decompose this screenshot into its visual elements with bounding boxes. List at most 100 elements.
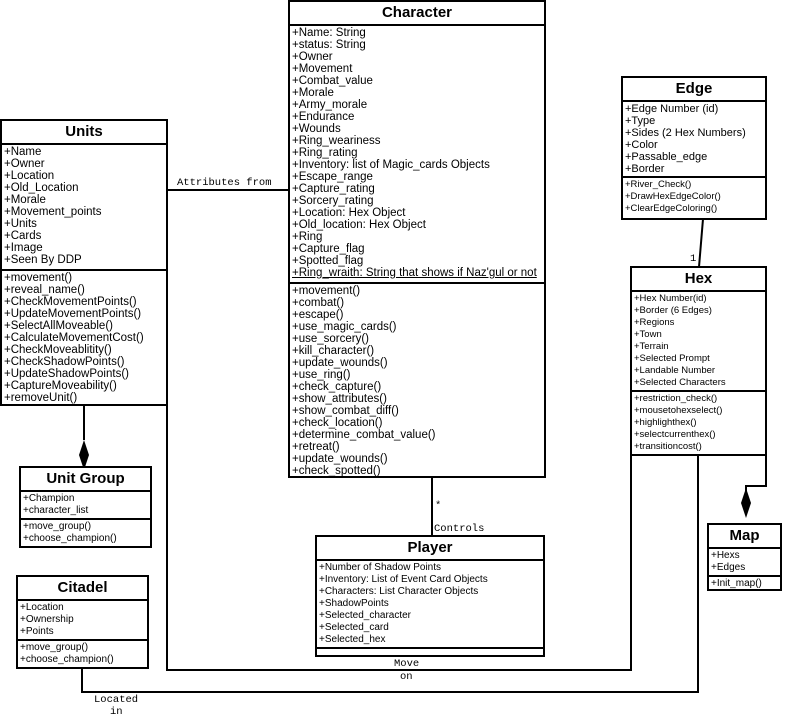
- edge-hex-line: [698, 218, 704, 268]
- method: +reveal_name(): [4, 284, 85, 296]
- attributes-section: +Location +Ownership +Points: [18, 601, 147, 639]
- class-unit-group[interactable]: Unit Group +Champion +character_list +mo…: [19, 466, 152, 548]
- attribute: +Ownership: [20, 614, 74, 625]
- method: +CalculateMovementCost(): [4, 332, 144, 344]
- attributes-section: +Name: String +status: String +Owner +Mo…: [290, 26, 544, 282]
- method: +check_capture(): [292, 381, 382, 393]
- method: +mousetohexselect(): [634, 405, 723, 416]
- class-title: Units: [2, 121, 166, 145]
- class-character[interactable]: Character +Name: String +status: String …: [288, 0, 546, 478]
- attribute: +Town: [634, 329, 662, 340]
- method: +removeUnit(): [4, 392, 78, 404]
- attribute: +Capture_flag: [292, 243, 365, 255]
- attribute: +Escape_range: [292, 171, 373, 183]
- method: +escape(): [292, 309, 344, 321]
- attribute: +Name: String: [292, 27, 366, 39]
- class-map[interactable]: Map +Hexs +Edges +Init_map(): [707, 523, 782, 591]
- attribute: +Ring_rating: [292, 147, 358, 159]
- method: +use_sorcery(): [292, 333, 370, 345]
- attribute: +Owner: [292, 51, 333, 63]
- method: +use_ring(): [292, 369, 351, 381]
- attribute: +Location: Hex Object: [292, 207, 406, 219]
- attribute: +Regions: [634, 317, 675, 328]
- class-edge[interactable]: Edge +Edge Number (id) +Type +Sides (2 H…: [621, 76, 767, 220]
- attribute: +Characters: List Character Objects: [319, 586, 479, 597]
- method: +update_wounds(): [292, 357, 388, 369]
- class-title: Character: [290, 2, 544, 26]
- method: +movement(): [292, 285, 361, 297]
- attribute: +Ring: [292, 231, 323, 243]
- method: +check_location(): [292, 417, 383, 429]
- attribute: +Cards: [4, 230, 42, 242]
- attribute: +Hexs: [711, 550, 740, 561]
- methods-section: +movement() +reveal_name() +CheckMovemen…: [2, 269, 166, 405]
- class-title: Edge: [623, 78, 765, 102]
- attribute: +ShadowPoints: [319, 598, 389, 609]
- hex-map-line: [745, 455, 767, 492]
- class-units[interactable]: Units +Name +Owner +Location +Old_Locati…: [0, 119, 168, 406]
- method: +choose_champion(): [23, 533, 117, 544]
- method: +movement(): [4, 272, 73, 284]
- attribute: +Seen By DDP: [4, 254, 82, 266]
- attribute: +Selected_card: [319, 622, 389, 633]
- class-citadel[interactable]: Citadel +Location +Ownership +Points +mo…: [16, 575, 149, 669]
- attribute: +Selected_character: [319, 610, 412, 621]
- method: +CheckMovementPoints(): [4, 296, 137, 308]
- attribute: +Ring_weariness: [292, 135, 381, 147]
- attributes-section: +Number of Shadow Points +Inventory: Lis…: [317, 561, 543, 647]
- attribute: +Hex Number(id): [634, 293, 707, 304]
- class-title: Citadel: [18, 577, 147, 601]
- edge-hex-multiplicity: 1: [690, 253, 697, 265]
- methods-section: +move_group() +choose_champion(): [18, 639, 147, 667]
- methods-section: +Init_map(): [709, 575, 780, 591]
- attribute: +Champion: [23, 493, 75, 504]
- attribute: +Wounds: [292, 123, 341, 135]
- attribute: +Passable_edge: [625, 151, 708, 163]
- located-in-label-line2: in: [110, 706, 123, 718]
- move-on-label-line1: Move: [394, 658, 420, 670]
- attribute: +Number of Shadow Points: [319, 562, 442, 573]
- methods-section: +restriction_check() +mousetohexselect()…: [632, 390, 765, 454]
- map-composition-diamond: [741, 488, 751, 518]
- attribute: +Inventory: List of Event Card Objects: [319, 574, 488, 585]
- attribute: +Location: [20, 602, 64, 613]
- method: +CheckShadowPoints(): [4, 356, 125, 368]
- method: +River_Check(): [625, 179, 692, 190]
- attribute: +Color: [625, 139, 658, 151]
- attribute: +Old_Location: [4, 182, 79, 194]
- method: +highlighthex(): [634, 417, 697, 428]
- attribute: +Capture_rating: [292, 183, 375, 195]
- attributes-section: +Name +Owner +Location +Old_Location +Mo…: [2, 145, 166, 269]
- method: +selectcurrenthex(): [634, 429, 716, 440]
- attributes-section: +Edge Number (id) +Type +Sides (2 Hex Nu…: [623, 102, 765, 176]
- attribute: +Landable Number: [634, 365, 716, 376]
- method: +use_magic_cards(): [292, 321, 397, 333]
- attribute: +Image: [4, 242, 43, 254]
- method: +show_combat_diff(): [292, 405, 399, 417]
- attribute: +Morale: [4, 194, 46, 206]
- controls-multiplicity-label: *: [435, 500, 442, 512]
- method: +Init_map(): [711, 578, 762, 589]
- attribute: +Owner: [4, 158, 45, 170]
- class-player[interactable]: Player +Number of Shadow Points +Invento…: [315, 535, 545, 657]
- method: +restriction_check(): [634, 393, 718, 404]
- attributes-section: +Hexs +Edges: [709, 549, 780, 575]
- attribute: +Selected Prompt: [634, 353, 710, 364]
- attributes-from-label: Attributes from: [177, 177, 272, 189]
- attribute: +Edge Number (id): [625, 103, 719, 115]
- attribute: +Border: [625, 163, 665, 175]
- class-hex[interactable]: Hex +Hex Number(id) +Border (6 Edges) +R…: [630, 266, 767, 456]
- attribute: +Location: [4, 170, 55, 182]
- class-title: Hex: [632, 268, 765, 292]
- attribute: +Endurance: [292, 111, 355, 123]
- attribute: +Ring_wraith: String that shows if Naz'g…: [292, 267, 537, 279]
- method: +transitioncost(): [634, 441, 702, 452]
- attribute: +Border (6 Edges): [634, 305, 712, 316]
- methods-section: +River_Check() +DrawHexEdgeColor() +Clea…: [623, 176, 765, 216]
- method: +ClearEdgeColoring(): [625, 203, 718, 214]
- attribute: +Combat_value: [292, 75, 373, 87]
- method: +UpdateShadowPoints(): [4, 368, 129, 380]
- method: +move_group(): [20, 642, 89, 653]
- attribute: +Old_location: Hex Object: [292, 219, 426, 231]
- attribute: +Selected Characters: [634, 377, 726, 388]
